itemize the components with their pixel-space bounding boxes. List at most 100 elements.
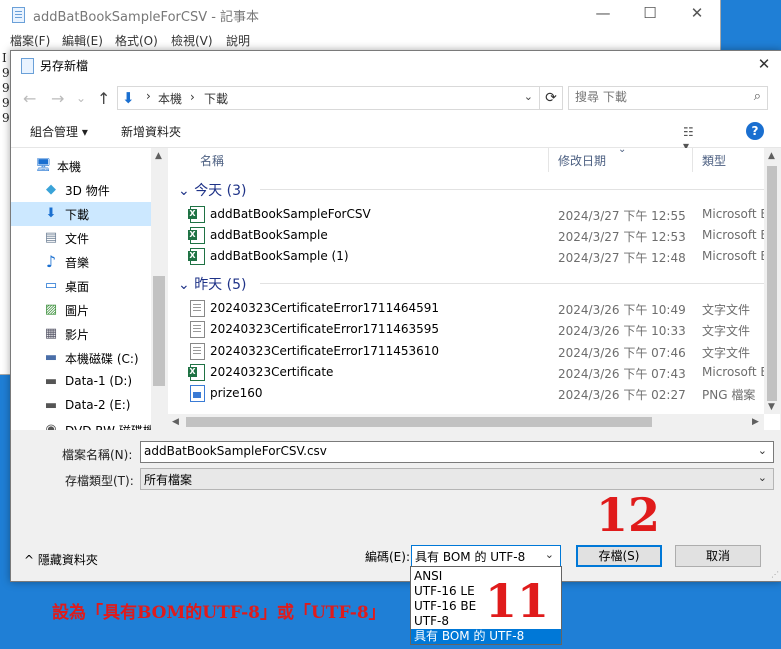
crumb-downloads[interactable]: 下載 [204,90,228,107]
file-list-hscrollbar[interactable]: ◀ ▶ [168,414,764,430]
view-options-icon[interactable]: ☷ ▾ [683,125,699,153]
notepad-close-icon[interactable]: ✕ [674,0,720,28]
file-type: PNG 檔案 [702,388,756,402]
nav-item-music[interactable]: ♪ 音樂 [11,250,151,274]
file-row[interactable]: addBatBookSampleForCSV 2024/3/27 下午 12:5… [168,204,775,225]
search-input[interactable] [575,90,735,104]
menu-file[interactable]: 檔案(F) [10,32,50,49]
nav-item-documents[interactable]: ▤ 文件 [11,226,151,250]
recent-dropdown-icon[interactable]: ⌄ [76,91,86,105]
nav-label: DVD RW 磁碟機 [65,422,155,430]
nav-scroll-thumb[interactable] [153,276,165,386]
encoding-dropdown-icon[interactable]: ⌄ [545,548,554,561]
drive-c-icon: ▬ [44,350,58,365]
file-row[interactable]: 20240323CertificateError1711464591 2024/… [168,298,764,319]
nav-item-drive-c[interactable]: ▬ 本機磁碟 (C:) [11,346,151,370]
pc-icon: 🖥 [35,158,52,173]
encoding-value: 具有 BOM 的 UTF-8 [415,550,526,564]
menu-format[interactable]: 格式(O) [115,32,158,49]
new-folder-button[interactable]: 新增資料夾 [121,123,181,140]
help-icon[interactable]: ? [746,122,764,140]
nav-item-downloads[interactable]: ⬇ 下載 [11,202,151,226]
refresh-icon[interactable]: ⟳ [539,86,563,110]
crumb-this-pc[interactable]: 本機 [158,90,182,107]
resize-grip-icon[interactable]: ⋰ [771,570,779,579]
file-row[interactable]: addBatBookSample (1) 2024/3/27 下午 12:48 … [168,246,775,267]
scroll-up-icon[interactable]: ▲ [768,151,775,161]
encoding-select[interactable]: 具有 BOM 的 UTF-8 ⌄ [411,545,561,567]
desktop-icon: ▭ [44,278,58,293]
scroll-right-icon[interactable]: ▶ [752,417,759,427]
scroll-up-icon[interactable]: ▲ [155,151,162,161]
search-box[interactable]: ⌕ [568,86,768,110]
nav-item-drive-e[interactable]: ▬ Data-2 (E:) [11,394,151,418]
organize-button[interactable]: 組合管理 ▾ [30,123,88,140]
nav-item-3d-objects[interactable]: ◆ 3D 物件 [11,178,151,202]
cancel-button[interactable]: 取消 [675,545,761,567]
group-divider [260,189,764,190]
notepad-menubar: 檔案(F) 編輯(E) 格式(O) 檢視(V) 說明 [0,29,720,49]
column-separator[interactable] [692,148,693,172]
scroll-down-icon[interactable]: ▼ [768,402,775,412]
cube-icon: ◆ [46,182,56,197]
file-type-label: 存檔類型(T): [65,474,134,488]
nav-item-videos[interactable]: ▦ 影片 [11,322,151,346]
column-header-name[interactable]: 名稱 [200,152,224,169]
column-header-type[interactable]: 類型 [702,152,726,169]
menu-edit[interactable]: 編輯(E) [62,32,103,49]
file-row[interactable]: 20240323Certificate 2024/3/26 下午 07:43 M… [168,362,775,383]
column-header-date[interactable]: 修改日期 [558,152,606,169]
nav-label: 本機 [57,160,82,174]
file-name: prize160 [210,386,263,400]
video-icon: ▦ [44,326,58,341]
group-header-yesterday[interactable]: ⌄ 昨天 (5) [178,274,246,294]
file-list-vscrollbar[interactable]: ▲ ▼ [764,148,780,414]
save-as-dialog: 另存新檔 ✕ ← → ⌄ ↑ ⬇ › 本機 › 下載 ⌄ ⟳ ⌕ 組合管理 ▾ … [10,50,781,582]
hide-folders-button[interactable]: ^ 隱藏資料夾 [24,551,98,568]
save-button[interactable]: 存檔(S) [576,545,662,567]
address-dropdown-icon[interactable]: ⌄ [524,90,533,103]
group-header-today[interactable]: ⌄ 今天 (3) [178,180,246,200]
up-arrow-icon[interactable]: ↑ [97,89,110,108]
nav-item-drive-d[interactable]: ▬ Data-1 (D:) [11,370,151,394]
nav-item-dvd[interactable]: ◉ DVD RW 磁碟機 [11,418,155,430]
file-type-dropdown-icon[interactable]: ⌄ [758,471,767,484]
group-label: 昨天 (5) [194,277,247,293]
column-separator[interactable] [548,148,549,172]
excel-file-icon [188,364,205,381]
minimize-icon[interactable]: — [580,0,626,28]
back-arrow-icon[interactable]: ← [23,89,36,108]
annotation-number-12: 12 [596,488,661,542]
file-name-combobox[interactable]: ⌄ [140,441,774,463]
scroll-left-icon[interactable]: ◀ [172,417,179,427]
nav-item-pictures[interactable]: ▨ 圖片 [11,298,151,322]
menu-view[interactable]: 檢視(V) [171,32,213,49]
nav-item-desktop[interactable]: ▭ 桌面 [11,274,151,298]
group-divider [260,283,764,284]
vscroll-thumb[interactable] [767,166,777,401]
file-name: 20240323Certificate [210,365,334,379]
nav-scrollbar[interactable]: ▲ [151,148,167,430]
file-row[interactable]: 20240323CertificateError1711463595 2024/… [168,319,764,340]
dialog-title: 另存新檔 [40,59,89,73]
menu-help[interactable]: 說明 [226,32,250,49]
dialog-close-icon[interactable]: ✕ [747,51,781,79]
hscroll-thumb[interactable] [186,417,652,427]
crumb-separator-icon: › [190,90,195,104]
search-icon[interactable]: ⌕ [754,89,761,104]
file-type-value: 所有檔案 [144,473,193,487]
encoding-option-utf8-bom[interactable]: 具有 BOM 的 UTF-8 [411,629,561,644]
file-name-input[interactable] [144,444,744,458]
file-row[interactable]: 20240323CertificateError1711453610 2024/… [168,341,764,362]
excel-file-icon [188,206,205,223]
nav-label: 文件 [65,232,90,246]
address-field[interactable]: ⬇ › 本機 › 下載 ⌄ [117,86,540,110]
file-row[interactable]: addBatBookSample 2024/3/27 下午 12:53 Micr… [168,225,775,246]
nav-item-this-pc[interactable]: 🖥 本機 [11,154,151,178]
text-file-icon [190,300,205,317]
forward-arrow-icon[interactable]: → [51,89,64,108]
maximize-icon[interactable]: ☐ [627,0,673,28]
file-row[interactable]: prize160 2024/3/26 下午 02:27 PNG 檔案 [168,383,764,404]
file-name-dropdown-icon[interactable]: ⌄ [758,444,767,457]
file-type-select[interactable]: 所有檔案 ⌄ [140,468,774,490]
